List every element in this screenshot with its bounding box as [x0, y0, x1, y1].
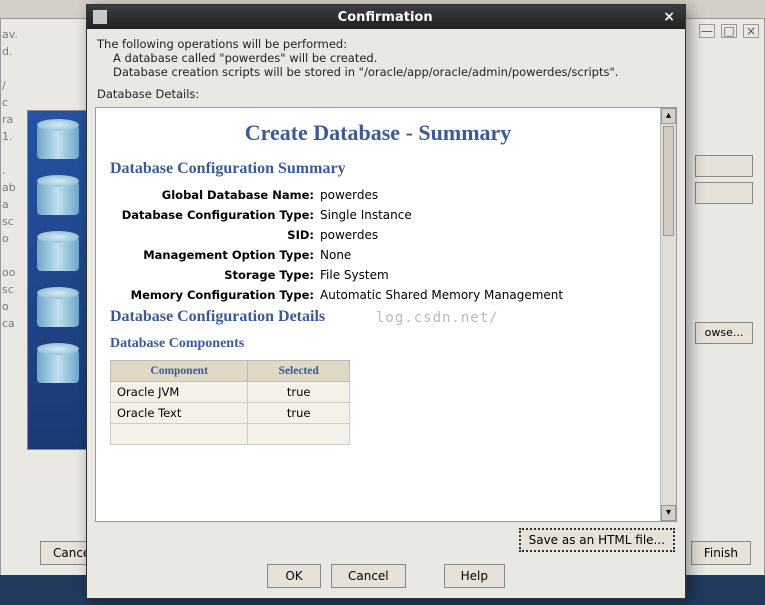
wizard-finish-button[interactable]: Finish: [691, 541, 751, 565]
window-icon: [93, 10, 107, 24]
bg-left-text: av. d. / c ra 1. . ab a sc o oo sc o ca: [0, 26, 18, 605]
intro-line: Database Details:: [97, 87, 675, 101]
database-icon: [37, 287, 79, 333]
database-icon: [37, 175, 79, 221]
cell-selected: [248, 424, 350, 445]
bg-box: [695, 182, 753, 204]
minimize-icon[interactable]: —: [699, 24, 715, 38]
kv-value: None: [320, 248, 351, 262]
cancel-button[interactable]: Cancel: [331, 564, 406, 588]
intro-line: A database called "powerdes" will be cre…: [97, 51, 675, 65]
table-row: Oracle Text true: [111, 403, 350, 424]
bg-box: [695, 155, 753, 177]
summary-scroll-pane: Create Database - Summary Database Confi…: [95, 107, 677, 522]
cell-component: Oracle Text: [111, 403, 248, 424]
dialog-title: Confirmation: [111, 10, 659, 25]
browse-button[interactable]: owse...: [695, 322, 753, 344]
col-selected: Selected: [248, 361, 350, 382]
maximize-icon[interactable]: □: [721, 24, 737, 38]
scroll-thumb[interactable]: [663, 126, 674, 236]
scroll-down-icon[interactable]: ▾: [661, 505, 676, 521]
dialog-intro: The following operations will be perform…: [87, 29, 685, 105]
kv-row: SID:powerdes: [110, 228, 646, 242]
vertical-scrollbar[interactable]: ▴ ▾: [660, 108, 676, 521]
section-config-summary: Database Configuration Summary: [110, 160, 646, 178]
ok-button[interactable]: OK: [267, 564, 321, 588]
table-header-row: Component Selected: [111, 361, 350, 382]
section-config-details: Database Configuration Details: [110, 308, 646, 326]
confirmation-dialog: Confirmation × The following operations …: [86, 4, 686, 599]
cell-component: Oracle JVM: [111, 382, 248, 403]
table-row: Oracle JVM true: [111, 382, 350, 403]
help-button[interactable]: Help: [444, 564, 505, 588]
kv-value: powerdes: [320, 228, 378, 242]
cell-component: [111, 424, 248, 445]
components-table: Component Selected Oracle JVM true Oracl…: [110, 360, 350, 445]
summary-title: Create Database - Summary: [110, 120, 646, 146]
kv-row: Database Configuration Type:Single Insta…: [110, 208, 646, 222]
parent-window-controls: — □ ×: [699, 24, 759, 38]
kv-row: Global Database Name:powerdes: [110, 188, 646, 202]
close-icon[interactable]: ×: [743, 24, 759, 38]
col-component: Component: [111, 361, 248, 382]
database-icon: [37, 231, 79, 277]
kv-key: Global Database Name:: [110, 188, 320, 202]
dialog-button-row: OK Cancel Help: [87, 558, 685, 598]
kv-key: SID:: [110, 228, 320, 242]
save-as-html-button[interactable]: Save as an HTML file...: [519, 528, 675, 552]
kv-row: Memory Configuration Type:Automatic Shar…: [110, 288, 646, 302]
subsection-components: Database Components: [110, 336, 646, 352]
kv-key: Management Option Type:: [110, 248, 320, 262]
kv-key: Database Configuration Type:: [110, 208, 320, 222]
dialog-titlebar: Confirmation ×: [87, 5, 685, 29]
intro-line: Database creation scripts will be stored…: [97, 65, 675, 79]
intro-line: The following operations will be perform…: [97, 37, 675, 51]
kv-row: Storage Type:File System: [110, 268, 646, 282]
database-icon: [37, 119, 79, 165]
wizard-sidebar: [27, 110, 89, 450]
cell-selected: true: [248, 403, 350, 424]
kv-row: Management Option Type:None: [110, 248, 646, 262]
kv-value: Single Instance: [320, 208, 412, 222]
database-icon: [37, 343, 79, 389]
summary-content: Create Database - Summary Database Confi…: [96, 108, 660, 521]
table-row: [111, 424, 350, 445]
kv-key: Memory Configuration Type:: [110, 288, 320, 302]
kv-value: powerdes: [320, 188, 378, 202]
scroll-up-icon[interactable]: ▴: [661, 108, 676, 124]
close-icon[interactable]: ×: [659, 9, 679, 25]
kv-value: Automatic Shared Memory Management: [320, 288, 563, 302]
kv-value: File System: [320, 268, 389, 282]
cell-selected: true: [248, 382, 350, 403]
kv-key: Storage Type:: [110, 268, 320, 282]
